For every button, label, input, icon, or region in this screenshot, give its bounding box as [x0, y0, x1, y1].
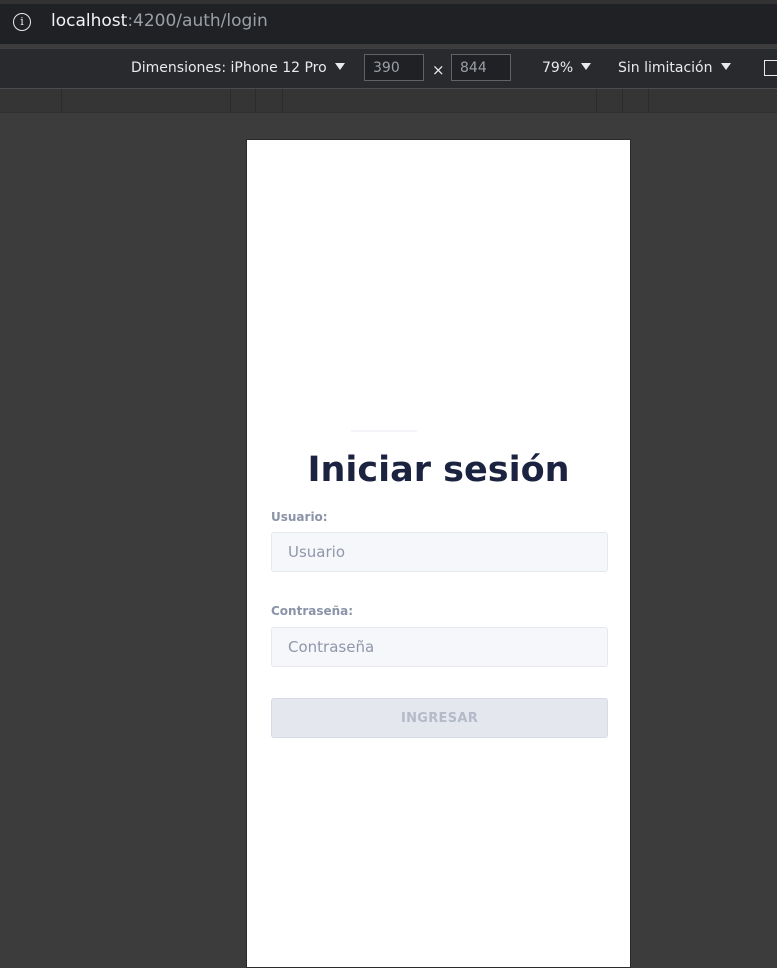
- username-input[interactable]: [271, 532, 608, 572]
- username-label: Usuario:: [271, 510, 328, 524]
- device-toolbar: Dimensiones: iPhone 12 Pro × 79% Sin lim…: [0, 48, 777, 89]
- device-width-input[interactable]: [364, 54, 424, 81]
- page-title: Iniciar sesión: [307, 450, 570, 490]
- password-input[interactable]: [271, 627, 608, 667]
- zoom-label: 79%: [542, 60, 574, 76]
- device-viewport: Iniciar sesión Usuario: Contraseña: INGR…: [246, 139, 631, 968]
- dimension-separator: ×: [432, 61, 445, 79]
- device-dimensions-label: Dimensiones: iPhone 12 Pro: [131, 60, 327, 76]
- throttling-label: Sin limitación: [618, 60, 713, 76]
- url-path: :4200/auth/login: [127, 11, 268, 31]
- chevron-down-icon: [581, 63, 592, 70]
- rotate-icon[interactable]: [764, 60, 777, 76]
- zoom-select[interactable]: 79%: [542, 60, 592, 76]
- logo-placeholder: [351, 430, 417, 432]
- device-dimensions-select[interactable]: Dimensiones: iPhone 12 Pro: [131, 60, 345, 76]
- login-button[interactable]: INGRESAR: [271, 698, 608, 738]
- chevron-down-icon: [720, 63, 731, 70]
- chevron-down-icon: [334, 63, 345, 70]
- media-query-ruler[interactable]: [0, 89, 777, 113]
- info-icon[interactable]: i: [13, 13, 31, 31]
- url-host: localhost: [51, 11, 128, 31]
- throttling-select[interactable]: Sin limitación: [618, 60, 731, 76]
- device-height-input[interactable]: [451, 54, 511, 81]
- password-label: Contraseña:: [271, 604, 354, 618]
- address-bar: i localhost:4200/auth/login: [0, 0, 777, 44]
- url-field[interactable]: localhost:4200/auth/login: [51, 11, 268, 31]
